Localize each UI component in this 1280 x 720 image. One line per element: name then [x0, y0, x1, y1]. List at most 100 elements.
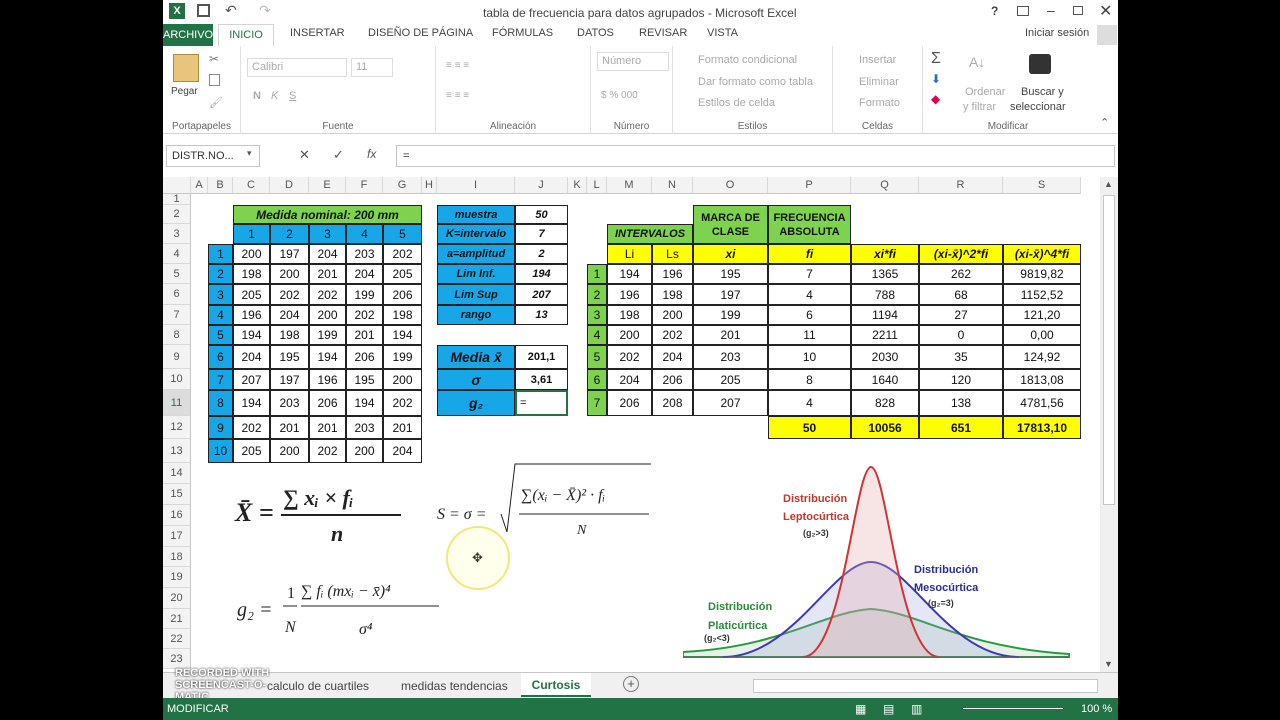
- enter-icon[interactable]: ✓: [333, 147, 344, 163]
- column-header-F[interactable]: F: [346, 177, 383, 194]
- freq-cell[interactable]: 27: [919, 305, 1003, 325]
- data-table-cell[interactable]: 198: [270, 325, 309, 345]
- data-table-row-label[interactable]: 6: [208, 345, 233, 369]
- avatar[interactable]: [1097, 25, 1117, 45]
- row-header-11[interactable]: 11: [163, 390, 191, 416]
- freq-cell[interactable]: 7: [768, 264, 851, 284]
- freq-cell[interactable]: 2030: [851, 345, 919, 369]
- freq-cell[interactable]: 121,20: [1003, 305, 1081, 325]
- find-button[interactable]: Buscar y: [1021, 86, 1064, 98]
- freq-header[interactable]: xi*fi: [851, 244, 919, 264]
- data-table-cell[interactable]: 200: [346, 439, 383, 463]
- paste-icon[interactable]: [173, 54, 199, 82]
- data-table-cell[interactable]: 194: [383, 325, 422, 345]
- freq-cell[interactable]: 124,92: [1003, 345, 1081, 369]
- freq-cell[interactable]: 197: [693, 284, 768, 305]
- save-icon[interactable]: [197, 4, 210, 17]
- freq-cell[interactable]: 788: [851, 284, 919, 305]
- data-table-cell[interactable]: 200: [270, 439, 309, 463]
- freq-total[interactable]: 17813,10: [1003, 416, 1081, 439]
- data-table-cell[interactable]: 203: [346, 416, 383, 439]
- horizontal-scrollbar[interactable]: [753, 679, 1098, 693]
- row-header-14[interactable]: 14: [163, 463, 191, 484]
- select-all-corner[interactable]: [163, 177, 191, 194]
- param-label[interactable]: a=amplitud: [437, 244, 515, 264]
- data-table-row-label[interactable]: 8: [208, 390, 233, 416]
- name-box[interactable]: DISTR.NO...: [166, 145, 260, 167]
- align-left-icon[interactable]: ≡ ≡ ≡: [446, 90, 469, 101]
- freq-cell[interactable]: 196: [607, 284, 652, 305]
- data-table-cell[interactable]: 202: [383, 390, 422, 416]
- param-label[interactable]: Lim Inf.: [437, 264, 515, 284]
- format-painter-icon[interactable]: 🖌: [209, 96, 223, 109]
- cut-icon[interactable]: ✂: [209, 52, 219, 66]
- copy-icon[interactable]: [209, 74, 220, 86]
- freq-cell[interactable]: 205: [693, 369, 768, 390]
- fill-icon[interactable]: ⬇: [931, 72, 941, 86]
- data-table-header[interactable]: 4: [346, 224, 383, 244]
- freq-cell[interactable]: 68: [919, 284, 1003, 305]
- sheet-tab-curtosis[interactable]: Curtosis: [521, 673, 591, 697]
- row-header-13[interactable]: 13: [163, 439, 191, 463]
- formula-input[interactable]: =: [396, 145, 1115, 167]
- row-header-7[interactable]: 7: [163, 305, 191, 325]
- data-table-cell[interactable]: 201: [309, 416, 346, 439]
- insert-cells-button[interactable]: Insertar: [859, 54, 896, 66]
- scroll-up-icon[interactable]: ▲: [1104, 179, 1113, 189]
- data-table-cell[interactable]: 195: [346, 369, 383, 390]
- freq-cell[interactable]: 202: [607, 345, 652, 369]
- data-table-cell[interactable]: 206: [383, 284, 422, 305]
- column-header-J[interactable]: J: [515, 177, 568, 194]
- column-header-C[interactable]: C: [233, 177, 270, 194]
- normal-view-icon[interactable]: ▦: [855, 702, 866, 716]
- row-header-1[interactable]: 1: [163, 194, 191, 205]
- data-table-cell[interactable]: 202: [309, 439, 346, 463]
- sheet-tab-medidas[interactable]: medidas tendencias: [401, 679, 508, 693]
- insert-function-icon[interactable]: fx: [367, 147, 376, 161]
- freq-group-marca[interactable]: MARCA DE CLASE: [693, 205, 768, 244]
- freq-cell[interactable]: 0,00: [1003, 325, 1081, 345]
- freq-cell[interactable]: 195: [693, 264, 768, 284]
- data-table-cell[interactable]: 204: [233, 345, 270, 369]
- freq-row-label[interactable]: 2: [587, 284, 607, 305]
- vertical-scrollbar[interactable]: ▲ ▼: [1100, 177, 1118, 672]
- data-table-cell[interactable]: 199: [309, 325, 346, 345]
- data-table-cell[interactable]: 207: [233, 369, 270, 390]
- row-header-10[interactable]: 10: [163, 369, 191, 390]
- freq-total[interactable]: 50: [768, 416, 851, 439]
- row-header-12[interactable]: 12: [163, 416, 191, 439]
- row-header-21[interactable]: 21: [163, 609, 191, 629]
- stat-value[interactable]: 3,61: [515, 369, 568, 390]
- data-table-cell[interactable]: 197: [270, 244, 309, 264]
- data-table-row-label[interactable]: 3: [208, 284, 233, 305]
- data-table-cell[interactable]: 202: [233, 416, 270, 439]
- row-header-6[interactable]: 6: [163, 284, 191, 305]
- page-layout-icon[interactable]: ▤: [883, 702, 894, 716]
- freq-cell[interactable]: 201: [693, 325, 768, 345]
- data-table-cell[interactable]: 203: [270, 390, 309, 416]
- table-format-button[interactable]: Dar formato como tabla: [698, 76, 813, 88]
- freq-row-label[interactable]: 3: [587, 305, 607, 325]
- binoculars-icon[interactable]: [1029, 54, 1051, 74]
- stat-label[interactable]: g₂: [437, 390, 515, 416]
- add-sheet-icon[interactable]: +: [623, 676, 639, 692]
- column-header-L[interactable]: L: [587, 177, 607, 194]
- data-table-cell[interactable]: 202: [346, 305, 383, 325]
- column-header-O[interactable]: O: [693, 177, 768, 194]
- column-header-Q[interactable]: Q: [851, 177, 919, 194]
- data-table-cell[interactable]: 204: [383, 439, 422, 463]
- freq-cell[interactable]: 6: [768, 305, 851, 325]
- data-table-cell[interactable]: 200: [233, 244, 270, 264]
- data-table-cell[interactable]: 198: [383, 305, 422, 325]
- column-header-M[interactable]: M: [607, 177, 652, 194]
- find-button-line2[interactable]: seleccionar: [1010, 101, 1066, 113]
- param-value[interactable]: 194: [515, 264, 568, 284]
- data-table-cell[interactable]: 206: [346, 345, 383, 369]
- param-value[interactable]: 207: [515, 284, 568, 305]
- row-header-22[interactable]: 22: [163, 629, 191, 649]
- underline-button[interactable]: S: [289, 90, 296, 102]
- help-icon[interactable]: ?: [991, 4, 998, 18]
- freq-cell[interactable]: 0: [919, 325, 1003, 345]
- param-label[interactable]: K=intervalo: [437, 224, 515, 244]
- undo-icon[interactable]: ↶: [225, 2, 237, 19]
